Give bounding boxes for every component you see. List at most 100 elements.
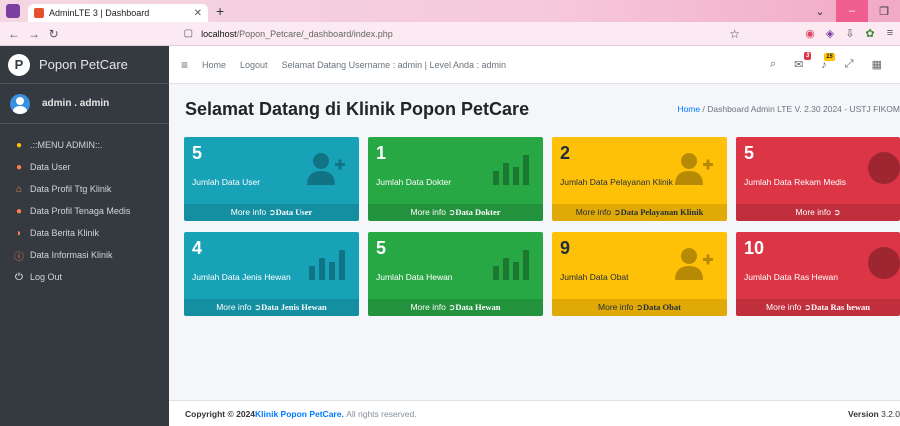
box-count: 5 [376,238,387,258]
minimize-icon[interactable]: – [836,0,868,22]
box-more-info-link[interactable]: More info ➲ [736,204,900,221]
pocket-icon[interactable]: ◉ [800,27,820,40]
nav-link-home[interactable]: Home [202,60,226,70]
rss-icon: ◗ [15,227,23,239]
sidebar-item-data-user[interactable]: ● Data User [0,156,169,178]
arrow-circle-right-icon: ➲ [635,302,643,312]
control-sidebar-icon[interactable]: ▦ [872,58,882,71]
more-info-label: More info [216,302,252,312]
box-count: 2 [560,143,571,163]
sidebar-item-logout[interactable]: ⏻ Log Out [0,266,169,288]
browser-tab[interactable]: AdminLTE 3 | Dashboard ✕ [28,4,208,22]
sidebar-item-label: Data Profil Tenaga Medis [30,206,131,216]
pie-chart-icon [868,152,900,184]
box-data-user: 5 Jumlah Data User More info ➲Data User [184,137,359,221]
sidebar-item-profil-klinik[interactable]: ⌂ Data Profil Ttg Klinik [0,178,169,200]
browser-tab-bar: AdminLTE 3 | Dashboard ✕ + ⌄ – ❐ [0,0,900,22]
box-label: Jumlah Data Rekam Medis [744,177,847,187]
url-host: localhost [201,28,237,39]
power-icon: ⏻ [15,271,23,283]
new-tab-icon[interactable]: + [216,3,224,19]
version-label: Version [848,408,879,419]
sidebar-item-label: Data User [30,162,71,172]
breadcrumb-home[interactable]: Home [677,104,700,114]
page-title: Selamat Datang di Klinik Popon PetCare [185,98,530,119]
extensions-area: ◉ ◈ ⇩ ✿ ≡ [800,27,900,40]
url-field[interactable]: ▢ localhost/Popon_Petcare/_dashboard/ind… [184,27,740,41]
users-gear-icon: ● [15,139,23,151]
user-plus-icon [675,153,713,185]
box-ras-hewan: 10 Jumlah Data Ras Hewan More info ➲Data… [736,232,900,316]
box-more-info-link[interactable]: More info ➲Data Obat [552,299,727,316]
breadcrumb: Home / Dashboard Admin LTE V. 2.30 2024 … [677,104,900,114]
box-count: 9 [560,238,571,258]
box-label: Jumlah Data Dokter [376,177,452,187]
box-link-label: Data User [275,207,313,217]
box-label: Jumlah Data Obat [560,272,629,282]
restore-icon[interactable]: ❐ [868,5,900,18]
addon-icon[interactable]: ✿ [860,27,880,40]
more-info-label: More info [795,207,831,217]
arrow-circle-right-icon: ➲ [833,207,841,217]
box-more-info-link[interactable]: More info ➲Data Pelayanan Klinik [552,204,727,221]
content-header: Selamat Datang di Klinik Popon PetCare H… [169,84,900,134]
browser-menu-icon[interactable] [6,4,20,18]
more-info-label: More info [230,207,267,217]
box-more-info-link[interactable]: More info ➲Data Ras hewan [736,299,900,316]
close-tab-icon[interactable]: ✕ [194,8,202,19]
hamburger-menu-icon[interactable]: ≡ [181,58,188,72]
box-more-info-link[interactable]: More info ➲Data Jenis Hewan [184,299,359,316]
more-info-label: More info [410,302,446,312]
box-label: Jumlah Data Ras Hewan [744,272,839,282]
url-path: /Popon_Petcare/_dashboard/index.php [236,28,393,39]
sidebar-item-berita[interactable]: ◗ Data Berita Klinik [0,222,169,244]
extension-icon[interactable]: ◈ [820,27,840,40]
medic-icon: ● [15,205,23,217]
box-link-label: Data Dokter [455,207,501,217]
bookmark-star-icon[interactable]: ☆ [729,27,740,41]
sidebar-item-informasi[interactable]: ⓘ Data Informasi Klinik [0,244,169,266]
box-data-dokter: 1 Jumlah Data Dokter More info ➲Data Dok… [368,137,543,221]
sidebar: P Popon PetCare admin . admin ● .::MENU … [0,46,169,426]
box-count: 5 [192,143,203,163]
messages-icon[interactable]: ✉ 3 [794,52,812,71]
browser-menu-icon[interactable]: ≡ [880,27,900,40]
more-info-label: More info [766,302,802,312]
box-more-info-link[interactable]: More info ➲Data Hewan [368,299,543,316]
box-count: 1 [376,143,387,163]
reload-icon[interactable]: ↻ [44,27,64,41]
tab-title: AdminLTE 3 | Dashboard [49,8,150,18]
sidebar-item-menu-admin[interactable]: ● .::MENU ADMIN::. [0,134,169,156]
search-icon[interactable]: ⌕ [770,58,776,71]
sidebar-item-label: Log Out [30,272,63,282]
sidebar-item-label: .::MENU ADMIN::. [30,140,103,150]
more-info-label: More info [410,207,446,217]
footer-rights: All rights reserved. [346,408,417,419]
back-icon[interactable]: ← [4,27,24,41]
forward-icon[interactable]: → [24,27,44,41]
arrow-circle-right-icon: ➲ [803,302,811,312]
downloads-icon[interactable]: ⇩ [840,27,860,40]
sidebar-item-label: Data Profil Ttg Klinik [30,184,112,194]
nav-link-logout[interactable]: Logout [240,60,268,70]
box-data-pelayanan: 2 Jumlah Data Pelayanan Klinik More info… [552,137,727,221]
fullscreen-icon[interactable]: ⤢ [845,58,854,71]
notifications-icon[interactable]: ♪ 15 [821,52,835,71]
bar-chart-icon [493,155,529,185]
user-panel[interactable]: admin . admin [0,84,169,124]
box-more-info-link[interactable]: More info ➲Data User [184,204,359,221]
brand-link[interactable]: P Popon PetCare [0,46,169,84]
box-jenis-hewan: 4 Jumlah Data Jenis Hewan More info ➲Dat… [184,232,359,316]
tab-list-icon[interactable]: ⌄ [804,5,836,18]
more-info-label: More info [598,302,634,312]
sidebar-item-tenaga-medis[interactable]: ● Data Profil Tenaga Medis [0,200,169,222]
top-navbar: ≡ Home Logout Selamat Datang Username : … [169,46,900,84]
bar-chart-icon [309,250,345,280]
brand-logo-icon: P [8,53,30,76]
box-more-info-link[interactable]: More info ➲Data Dokter [368,204,543,221]
box-rekam-medis: 5 Jumlah Data Rekam Medis More info ➲ [736,137,900,221]
messages-badge: 3 [803,52,812,60]
more-info-label: More info [575,207,612,217]
page-icon: ▢ [183,28,194,39]
footer-brand-link[interactable]: Klinik Popon PetCare. [255,409,344,419]
